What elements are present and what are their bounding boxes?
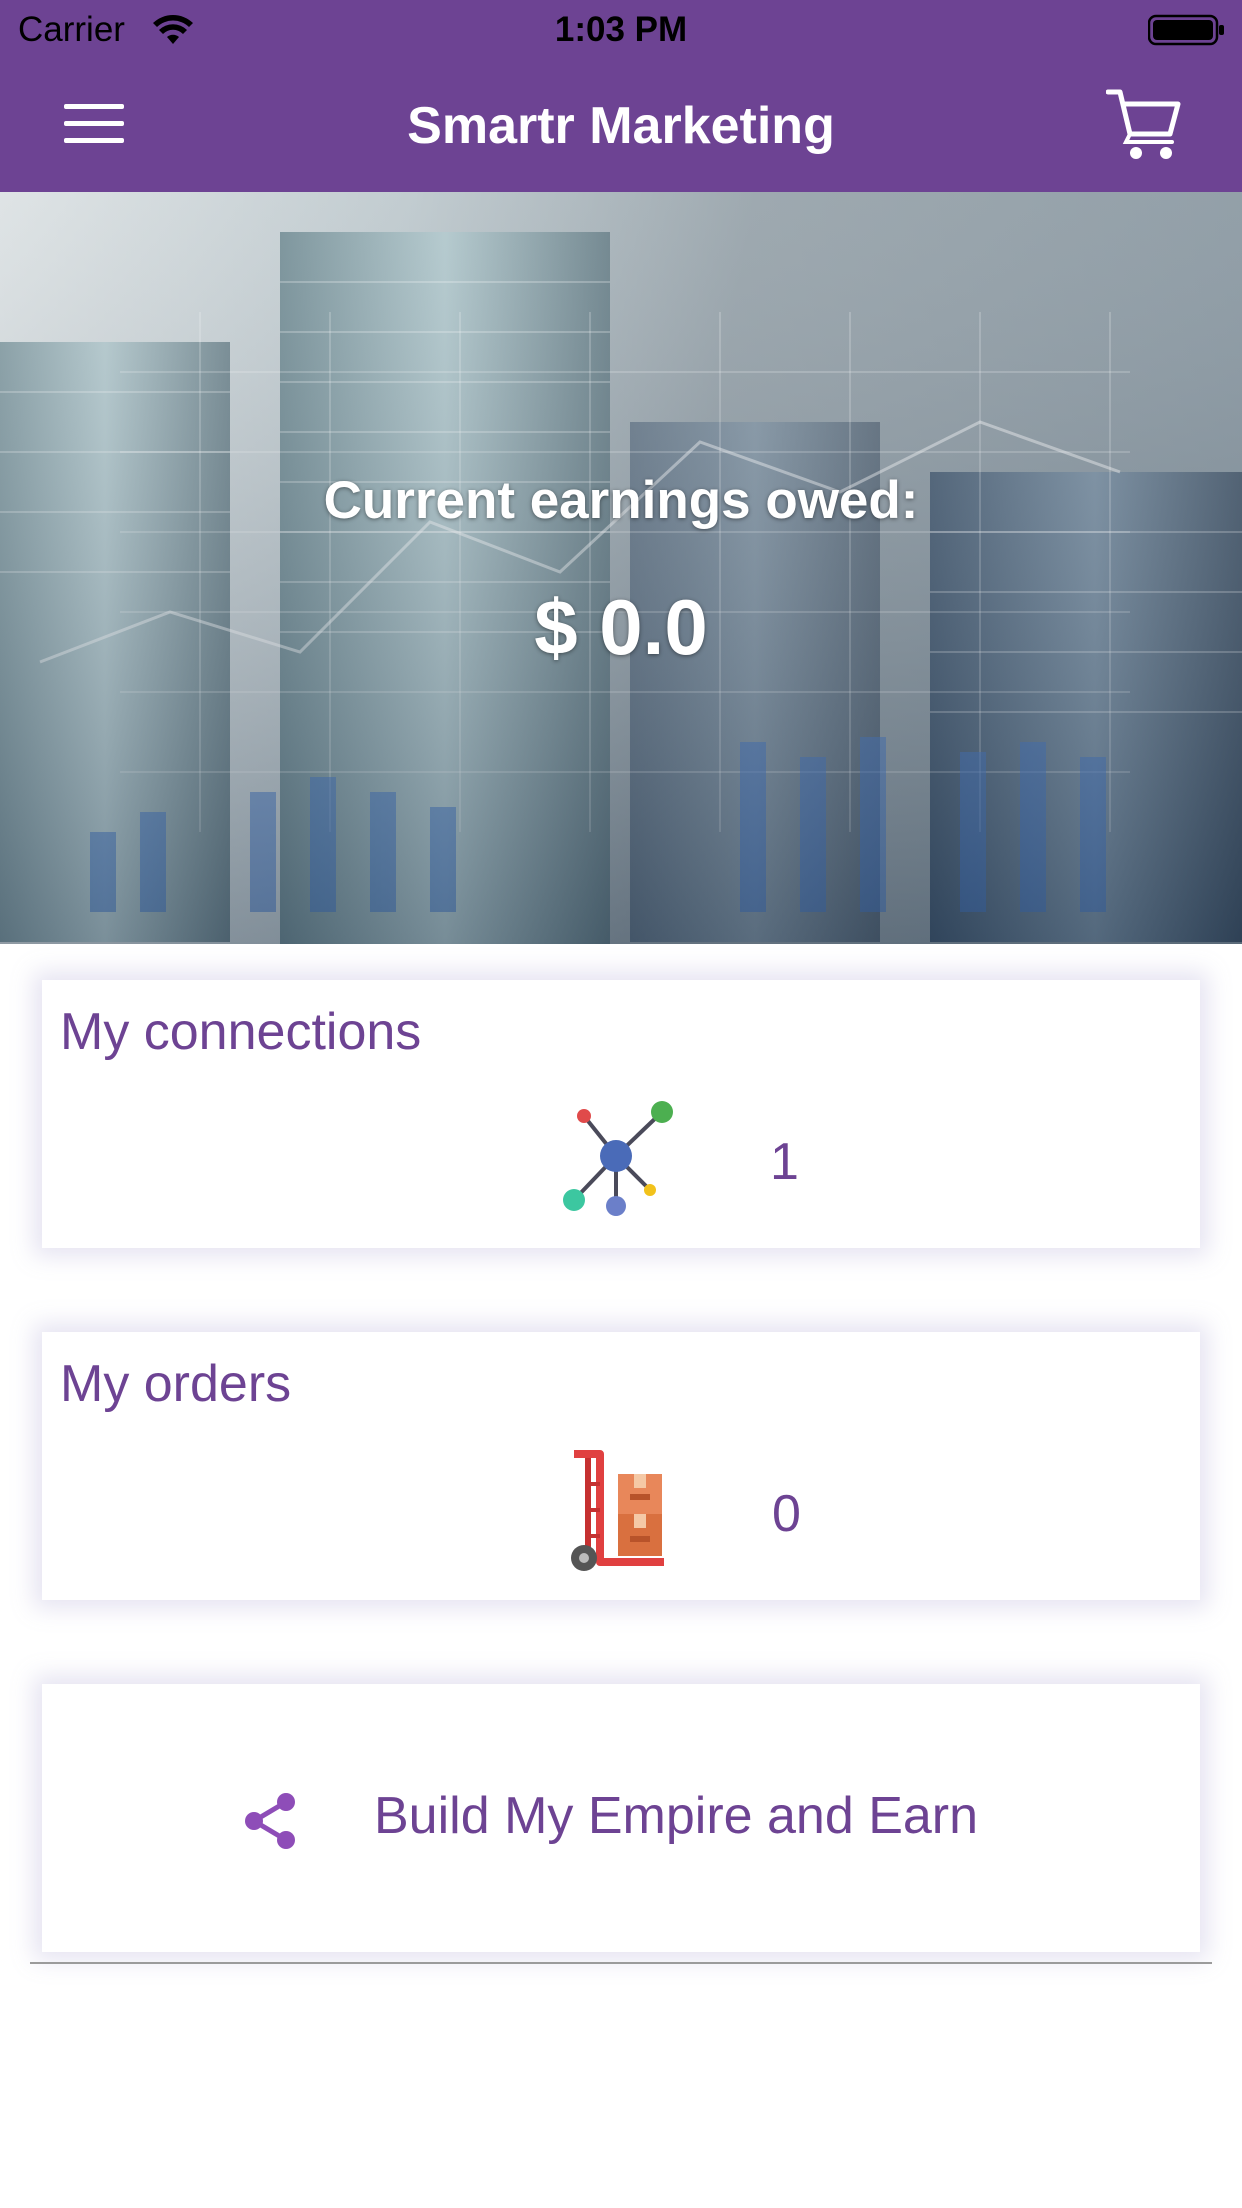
orders-count: 0 bbox=[772, 1485, 801, 1543]
nav-bar: Smartr Marketing bbox=[0, 60, 1242, 192]
build-empire-button[interactable]: Build My Empire and Earn bbox=[42, 1684, 1200, 1952]
bottom-divider bbox=[30, 1962, 1212, 1964]
connections-count: 1 bbox=[770, 1133, 799, 1191]
coins-background-image bbox=[0, 192, 1242, 944]
orders-card[interactable]: My orders 0 bbox=[42, 1332, 1200, 1600]
page-title: Smartr Marketing bbox=[407, 97, 835, 155]
earnings-banner: Current earnings owed: $ 0.0 bbox=[0, 192, 1242, 944]
build-empire-label: Build My Empire and Earn bbox=[374, 1787, 979, 1845]
hand-truck-boxes-icon bbox=[571, 1450, 664, 1571]
earnings-amount: $ 0.0 bbox=[534, 583, 708, 671]
connections-card[interactable]: My connections 1 bbox=[42, 980, 1200, 1248]
shopping-cart-icon[interactable] bbox=[1106, 86, 1182, 162]
status-time: 1:03 PM bbox=[554, 10, 688, 49]
share-icon bbox=[245, 1793, 295, 1849]
earnings-label: Current earnings owed: bbox=[323, 471, 919, 530]
app-screen: Carrier 1:03 PM Smartr Marketing Current… bbox=[0, 0, 1242, 2208]
battery-icon bbox=[1148, 14, 1224, 46]
orders-title: My orders bbox=[60, 1355, 292, 1413]
connections-title: My connections bbox=[60, 1003, 422, 1061]
network-nodes-icon bbox=[563, 1101, 673, 1216]
status-bar: Carrier 1:03 PM bbox=[0, 0, 1242, 60]
top-bar: Carrier 1:03 PM Smartr Marketing bbox=[0, 0, 1242, 192]
